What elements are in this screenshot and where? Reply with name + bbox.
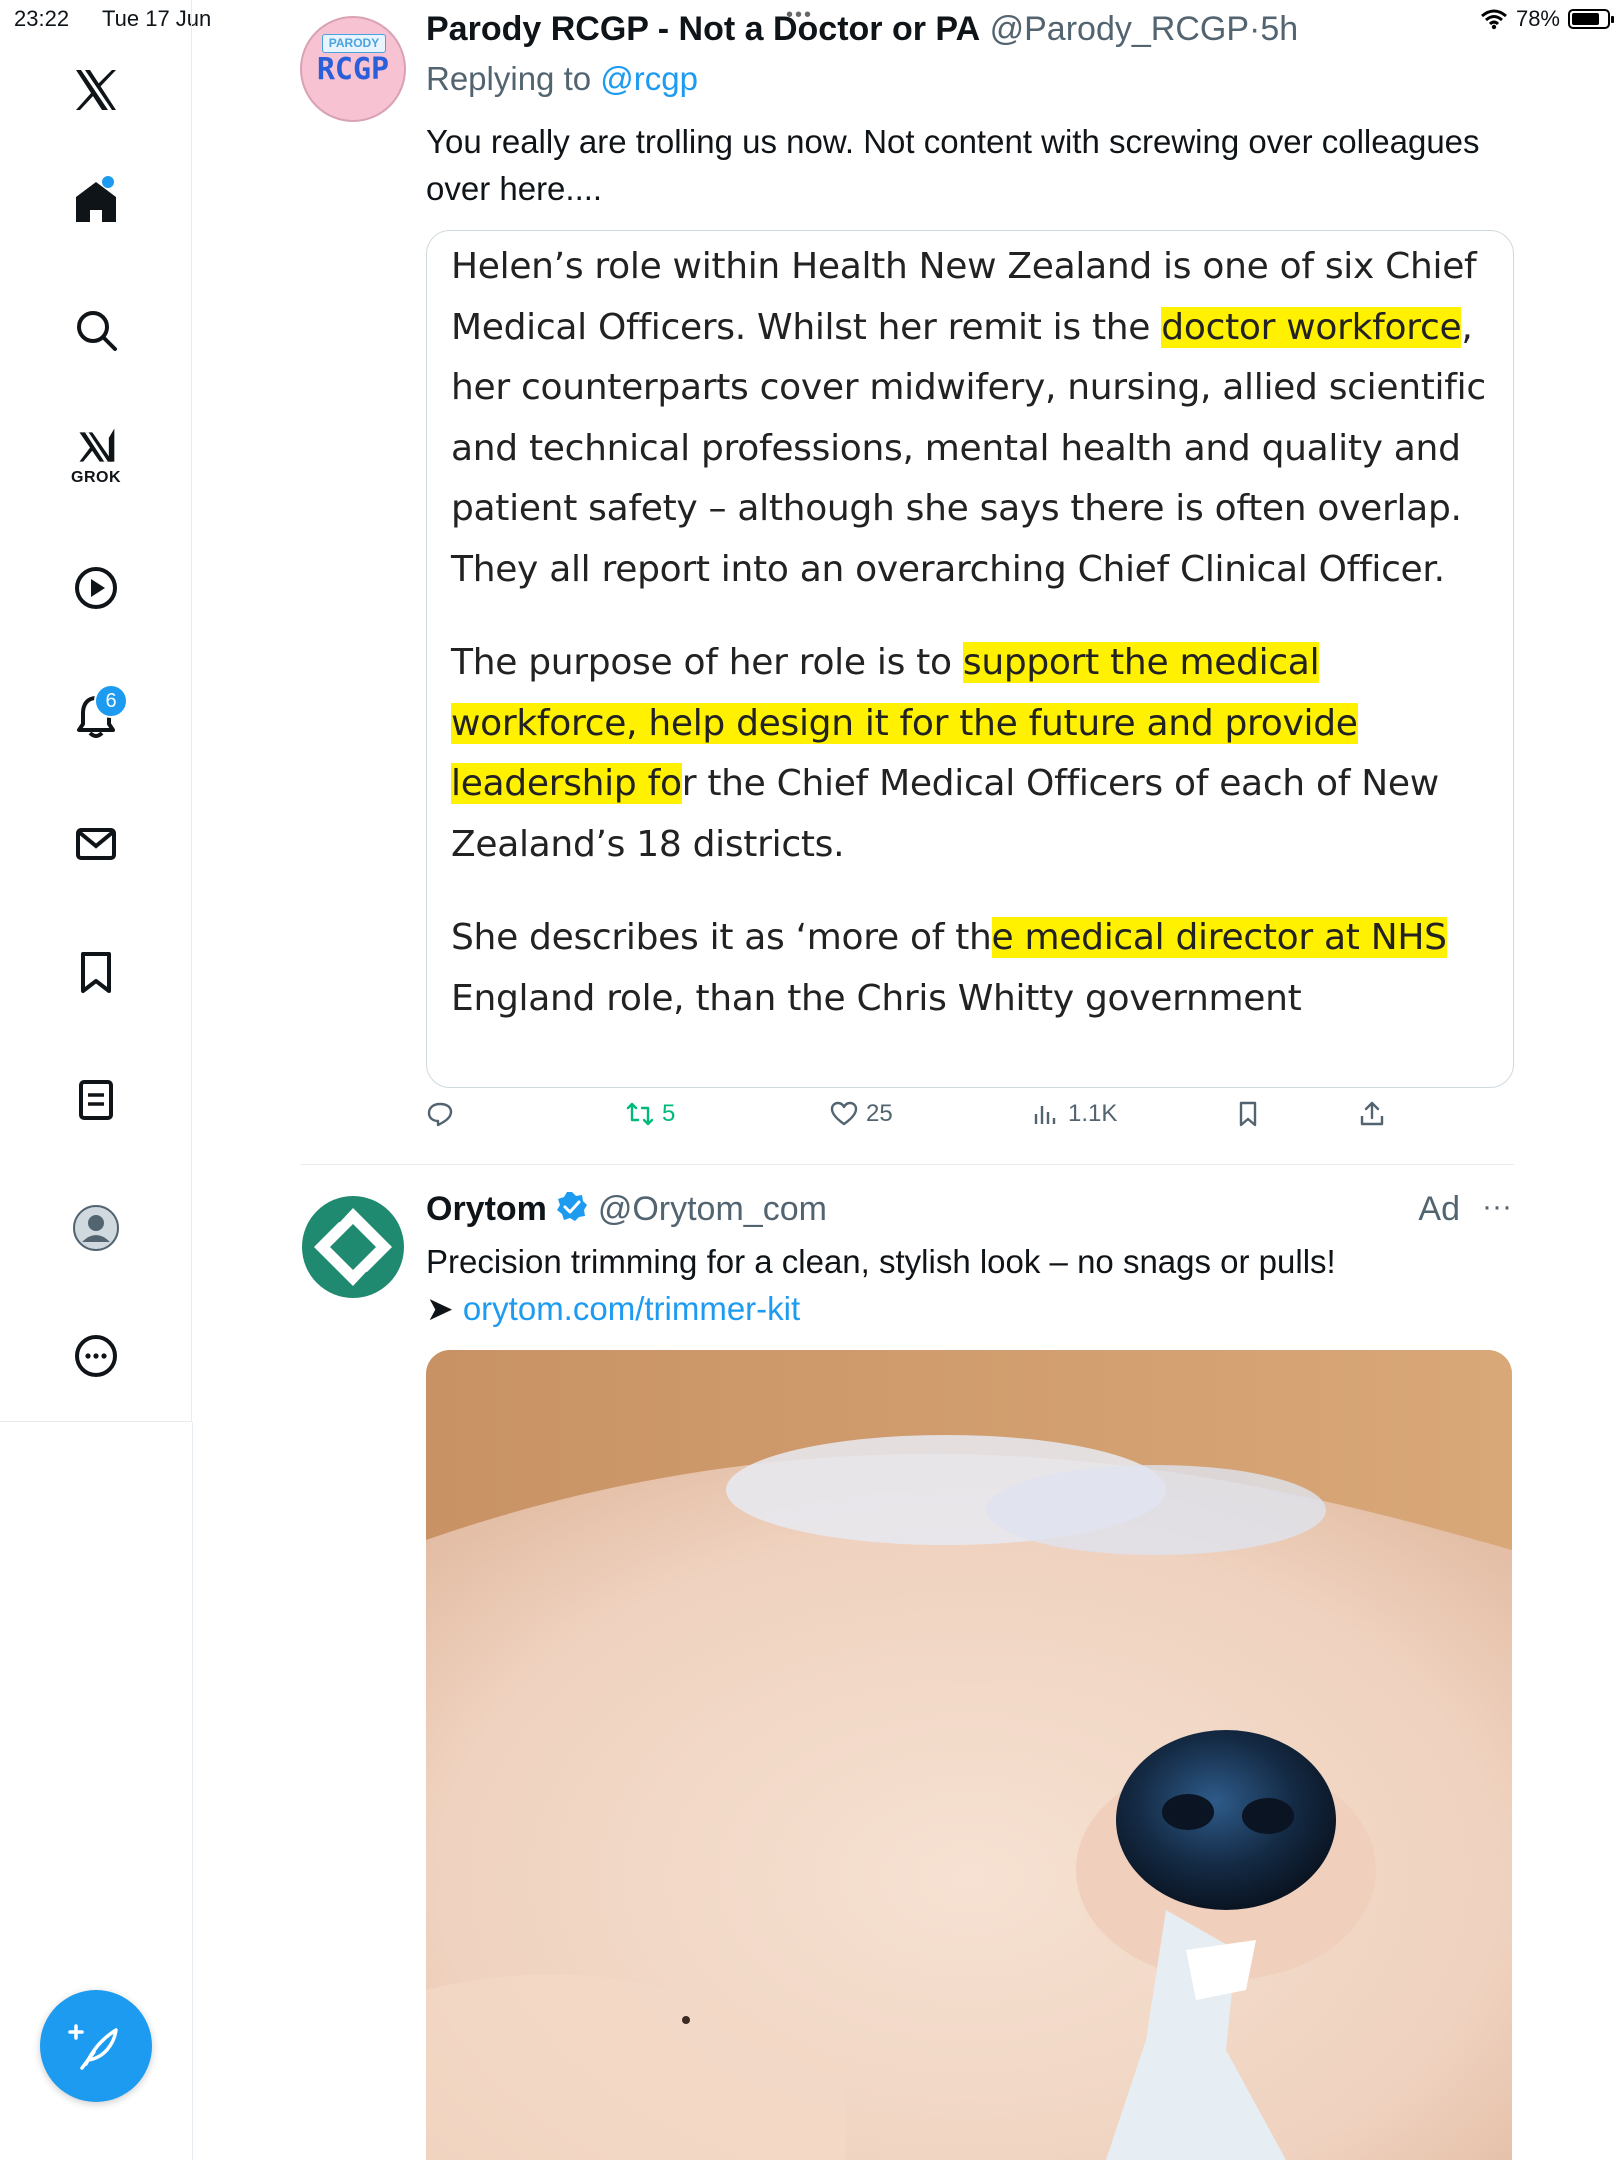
wifi-icon bbox=[1480, 9, 1507, 30]
bookmark-icon bbox=[1239, 1101, 1257, 1127]
x-logo-icon bbox=[76, 70, 116, 110]
mail-icon bbox=[76, 828, 116, 860]
bookmark-icon bbox=[81, 952, 111, 993]
ad-link-line: ➤ orytom.com/trimmer-kit bbox=[426, 1285, 1506, 1332]
tweet-display-name[interactable]: Parody RCGP - Not a Doctor or PA bbox=[426, 10, 980, 48]
sidebar-item-video[interactable] bbox=[56, 548, 136, 628]
more-icon bbox=[75, 1335, 117, 1377]
highlight: e medical director at NHS bbox=[991, 917, 1447, 958]
ad-avatar[interactable] bbox=[300, 1194, 406, 1300]
tweet-handle[interactable]: @Parody_RCGP bbox=[990, 10, 1249, 48]
retweet-button[interactable]: 5 bbox=[626, 1100, 675, 1128]
sidebar-item-profile[interactable] bbox=[56, 1188, 136, 1268]
retweet-count: 5 bbox=[662, 1100, 676, 1127]
like-count: 25 bbox=[866, 1100, 893, 1127]
battery-percent: 78% bbox=[1515, 6, 1560, 31]
sidebar-item-home[interactable] bbox=[56, 162, 136, 242]
tweet-time[interactable]: 5h bbox=[1260, 10, 1298, 48]
replying-prefix: Replying to bbox=[426, 60, 592, 97]
ad-handle[interactable]: @Orytom_com bbox=[598, 1190, 827, 1228]
avatar-icon bbox=[73, 1205, 119, 1251]
verified-badge-icon bbox=[557, 1192, 588, 1221]
ad-more-button[interactable]: ··· bbox=[1482, 1190, 1512, 1224]
tweet-actions: 5 25 1.1K bbox=[426, 1100, 1516, 1144]
views-button[interactable]: 1.1K bbox=[1032, 1100, 1117, 1128]
search-icon bbox=[77, 311, 117, 351]
x-logo[interactable] bbox=[56, 50, 136, 130]
like-button[interactable]: 25 bbox=[830, 1100, 893, 1128]
orytom-logo-icon bbox=[302, 1196, 404, 1298]
views-icon bbox=[1034, 1106, 1056, 1124]
sidebar-item-notifications[interactable]: 6 bbox=[56, 676, 136, 756]
ad-video[interactable] bbox=[426, 1350, 1512, 2160]
quoted-image[interactable]: Helen’s role within Health New Zealand i… bbox=[426, 230, 1514, 1088]
tweet-separator: · bbox=[1249, 10, 1261, 48]
sidebar-item-bookmarks[interactable] bbox=[56, 932, 136, 1012]
sidebar-item-explore[interactable] bbox=[56, 290, 136, 370]
ad-display-name[interactable]: Orytom bbox=[426, 1190, 547, 1228]
quote-paragraph: She describes it as ‘more of the medical… bbox=[451, 917, 1447, 1019]
home-unread-dot bbox=[102, 176, 114, 188]
list-icon bbox=[79, 1080, 113, 1120]
tweet-header: Parody RCGP - Not a Doctor or PA @Parody… bbox=[426, 10, 1298, 49]
highlight: doctor workforce bbox=[1161, 306, 1462, 348]
tweet-divider bbox=[300, 1164, 1514, 1165]
view-count: 1.1K bbox=[1068, 1100, 1118, 1127]
quote-paragraph: The purpose of her role is to support th… bbox=[451, 642, 1439, 865]
sidebar-item-grok[interactable]: GROK bbox=[56, 416, 136, 496]
quote-paragraph: Helen’s role within Health New Zealand i… bbox=[451, 246, 1486, 590]
replying-to: Replying to @rcgp bbox=[426, 60, 698, 98]
sidebar-item-more[interactable] bbox=[56, 1316, 136, 1396]
notifications-badge: 6 bbox=[94, 684, 128, 718]
grok-icon bbox=[79, 428, 115, 462]
status-right: 78% bbox=[1480, 6, 1614, 32]
sidebar: GROK 6 bbox=[0, 0, 192, 1422]
sidebar-item-messages[interactable] bbox=[56, 804, 136, 884]
ad-label: Ad bbox=[1418, 1190, 1460, 1228]
replying-to-link[interactable]: @rcgp bbox=[600, 60, 698, 97]
arrow-icon: ➤ bbox=[426, 1290, 463, 1327]
avatar-parody-badge: PARODY bbox=[322, 34, 386, 53]
heart-icon bbox=[830, 1101, 858, 1126]
ad-link[interactable]: orytom.com/trimmer-kit bbox=[463, 1290, 800, 1327]
grok-label: GROK bbox=[71, 469, 121, 486]
battery-icon bbox=[1568, 9, 1614, 29]
ad-text: Precision trimming for a clean, stylish … bbox=[426, 1238, 1506, 1332]
retweet-icon bbox=[626, 1102, 654, 1126]
compose-feather-icon bbox=[68, 2024, 118, 2070]
tweet-avatar[interactable]: PARODY RCGP bbox=[300, 16, 406, 122]
bookmark-button[interactable] bbox=[1234, 1100, 1262, 1128]
tweet-text: You really are trolling us now. Not cont… bbox=[426, 123, 1480, 207]
share-button[interactable] bbox=[1358, 1100, 1386, 1128]
reply-icon bbox=[427, 1102, 453, 1127]
ad-copy: Precision trimming for a clean, stylish … bbox=[426, 1243, 1336, 1280]
quoted-image-text: Helen’s role within Health New Zealand i… bbox=[451, 237, 1501, 1062]
sidebar-divider bbox=[192, 1422, 193, 2160]
sidebar-item-lists[interactable] bbox=[56, 1060, 136, 1140]
play-icon bbox=[75, 567, 117, 609]
compose-button[interactable] bbox=[40, 1990, 152, 2102]
share-icon bbox=[1360, 1101, 1384, 1126]
ad-header: Orytom @Orytom_com Ad ··· bbox=[426, 1190, 1516, 1232]
reply-button[interactable] bbox=[426, 1100, 462, 1128]
dog-grooming-image bbox=[426, 1350, 1512, 2160]
avatar-rcgp-text: RCGP bbox=[316, 52, 390, 87]
